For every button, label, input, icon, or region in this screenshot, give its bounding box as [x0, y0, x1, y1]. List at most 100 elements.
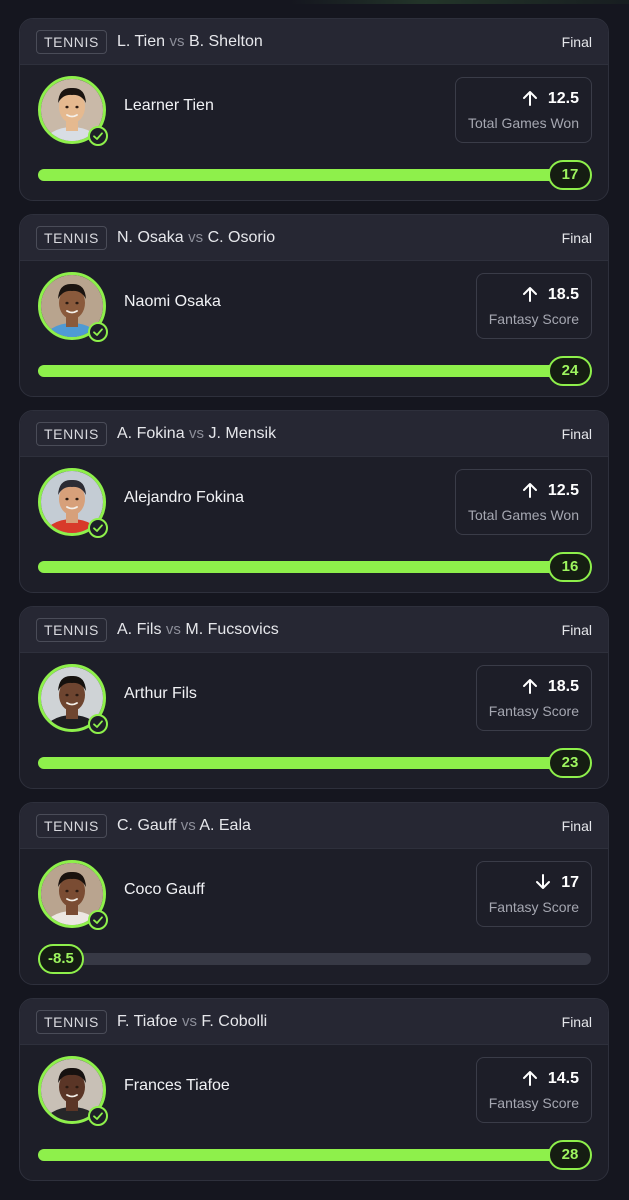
- matchup-player-2: F. Cobolli: [201, 1013, 268, 1030]
- stat-label: Total Games Won: [467, 507, 579, 523]
- projection-box: 12.5 Total Games Won: [454, 469, 592, 535]
- matchup-player-1: A. Fils: [117, 621, 162, 638]
- projection-line: 12.5: [468, 90, 579, 111]
- progress-track: [38, 757, 591, 769]
- game-status: Final: [561, 622, 592, 638]
- line-value: 12.5: [547, 482, 579, 499]
- game-status: Final: [561, 1014, 592, 1030]
- matchup-vs: vs: [165, 621, 181, 638]
- player-name[interactable]: Frances Tiafoe: [124, 1077, 230, 1095]
- line-value: 14.5: [547, 1070, 579, 1087]
- progress-track: [38, 561, 591, 573]
- projection-box: 17 Fantasy Score: [475, 861, 592, 927]
- progress-fill: [38, 1149, 591, 1161]
- check-icon: [88, 126, 108, 146]
- player-name[interactable]: Naomi Osaka: [124, 293, 221, 311]
- projection-line: 17: [489, 874, 579, 895]
- stat-label: Fantasy Score: [488, 311, 579, 327]
- line-value: 18.5: [547, 678, 579, 695]
- stat-label: Fantasy Score: [488, 899, 579, 915]
- player-name[interactable]: Coco Gauff: [124, 881, 205, 899]
- player-name[interactable]: Arthur Fils: [124, 685, 197, 703]
- projection-line: 14.5: [489, 1070, 579, 1091]
- progress-fill: [38, 365, 591, 377]
- progress-track: [38, 1149, 591, 1161]
- line-value: 12.5: [547, 90, 579, 107]
- matchup-player-2: J. Mensik: [208, 425, 277, 442]
- player-avatar[interactable]: [38, 664, 108, 734]
- result-value-pill: -8.5: [38, 944, 84, 974]
- pick-card[interactable]: TENNIS F. Tiafoe vs F. Cobolli Final Fra…: [19, 998, 609, 1181]
- pick-card[interactable]: TENNIS C. Gauff vs A. Eala Final Coco Ga…: [19, 802, 609, 985]
- matchup-player-1: A. Fokina: [117, 425, 185, 442]
- projection-box: 12.5 Total Games Won: [454, 77, 592, 143]
- line-value: 18.5: [547, 286, 579, 303]
- projection-box: 18.5 Fantasy Score: [475, 665, 592, 731]
- card-header: TENNIS F. Tiafoe vs F. Cobolli Final: [20, 999, 608, 1045]
- player-avatar[interactable]: [38, 272, 108, 342]
- result-value-pill: 17: [548, 160, 592, 190]
- stat-label: Fantasy Score: [488, 1095, 579, 1111]
- player-avatar[interactable]: [38, 860, 108, 930]
- card-header: TENNIS N. Osaka vs C. Osorio Final: [20, 215, 608, 261]
- matchup: F. Tiafoe vs F. Cobolli: [117, 999, 267, 1045]
- pick-card[interactable]: TENNIS A. Fokina vs J. Mensik Final Alej…: [19, 410, 609, 593]
- matchup-vs: vs: [181, 1013, 197, 1030]
- top-strip: [0, 0, 629, 6]
- matchup-vs: vs: [189, 425, 205, 442]
- player-name[interactable]: Alejandro Fokina: [124, 489, 244, 507]
- projection-box: 14.5 Fantasy Score: [475, 1057, 592, 1123]
- matchup-player-2: M. Fucsovics: [185, 621, 279, 638]
- matchup: C. Gauff vs A. Eala: [117, 803, 251, 849]
- game-status: Final: [561, 230, 592, 246]
- matchup-player-2: C. Osorio: [207, 229, 276, 246]
- game-status: Final: [561, 818, 592, 834]
- line-value: 17: [561, 874, 579, 891]
- stat-label: Fantasy Score: [488, 703, 579, 719]
- matchup-player-1: N. Osaka: [117, 229, 184, 246]
- sport-badge: TENNIS: [36, 226, 107, 250]
- check-icon: [88, 518, 108, 538]
- player-avatar[interactable]: [38, 468, 108, 538]
- sport-badge: TENNIS: [36, 30, 107, 54]
- card-header: TENNIS L. Tien vs B. Shelton Final: [20, 19, 608, 65]
- progress-track: [38, 953, 591, 965]
- arrow-up-icon: [522, 678, 538, 699]
- sport-badge: TENNIS: [36, 814, 107, 838]
- card-header: TENNIS A. Fokina vs J. Mensik Final: [20, 411, 608, 457]
- arrow-up-icon: [522, 482, 538, 503]
- matchup-player-2: B. Shelton: [188, 33, 263, 50]
- progress-track: [38, 365, 591, 377]
- arrow-down-icon: [535, 874, 551, 895]
- arrow-up-icon: [522, 90, 538, 111]
- game-status: Final: [561, 34, 592, 50]
- matchup-player-1: L. Tien: [117, 33, 166, 50]
- projection-box: 18.5 Fantasy Score: [475, 273, 592, 339]
- progress-fill: [38, 561, 591, 573]
- pick-results-page: TENNIS L. Tien vs B. Shelton Final Learn…: [0, 0, 629, 1200]
- matchup: L. Tien vs B. Shelton: [117, 19, 263, 65]
- matchup-player-1: C. Gauff: [117, 817, 177, 834]
- matchup-vs: vs: [180, 817, 196, 834]
- matchup-player-2: A. Eala: [199, 817, 251, 834]
- progress-fill: [38, 757, 591, 769]
- player-name[interactable]: Learner Tien: [124, 97, 214, 115]
- matchup: N. Osaka vs C. Osorio: [117, 215, 275, 261]
- arrow-up-icon: [522, 1070, 538, 1091]
- check-icon: [88, 1106, 108, 1126]
- player-avatar[interactable]: [38, 1056, 108, 1126]
- projection-line: 18.5: [489, 678, 579, 699]
- matchup: A. Fils vs M. Fucsovics: [117, 607, 279, 653]
- pick-card[interactable]: TENNIS A. Fils vs M. Fucsovics Final Art…: [19, 606, 609, 789]
- card-header: TENNIS A. Fils vs M. Fucsovics Final: [20, 607, 608, 653]
- pick-card[interactable]: TENNIS N. Osaka vs C. Osorio Final Naomi…: [19, 214, 609, 397]
- player-avatar[interactable]: [38, 76, 108, 146]
- card-header: TENNIS C. Gauff vs A. Eala Final: [20, 803, 608, 849]
- result-value-pill: 23: [548, 748, 592, 778]
- check-icon: [88, 714, 108, 734]
- result-value-pill: 24: [548, 356, 592, 386]
- progress-track: [38, 169, 591, 181]
- pick-card[interactable]: TENNIS L. Tien vs B. Shelton Final Learn…: [19, 18, 609, 201]
- progress-fill: [38, 169, 591, 181]
- strip-glow: [290, 0, 629, 4]
